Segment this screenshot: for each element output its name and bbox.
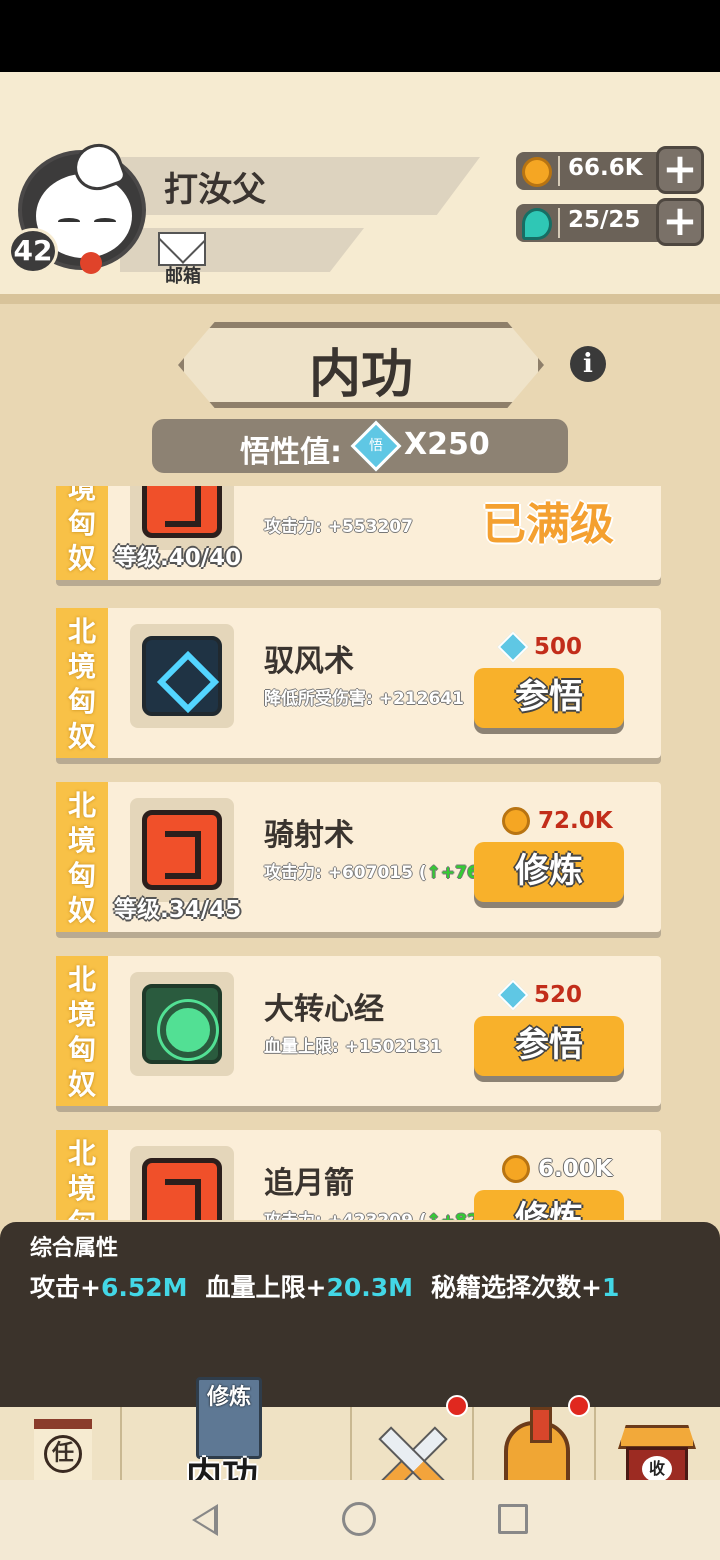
- skill-card: 北境匈奴 等级.34/45 骑射术 攻击力: +607015 (↑+7684) …: [56, 782, 661, 932]
- region-tag: 北境匈奴: [56, 608, 108, 758]
- insight-gem-icon: [497, 979, 529, 1011]
- red-fist-icon: [142, 1158, 222, 1220]
- summary-panel: 综合属性 攻击+6.52M 血量上限+20.3M 秘籍选择次数+1: [0, 1222, 720, 1412]
- energy-value: 25/25: [568, 207, 641, 233]
- region-tag: 北境匈奴: [56, 782, 108, 932]
- insight-value: X250: [404, 427, 490, 462]
- skill-card: 北境匈奴 大转心经 血量上限: +1502131 520 参悟: [56, 956, 661, 1106]
- add-energy-button[interactable]: +: [656, 198, 704, 246]
- skill-cost: 72.0K: [502, 806, 613, 836]
- coin-value: 66.6K: [568, 155, 643, 181]
- mail-button[interactable]: 邮箱: [158, 232, 208, 287]
- max-level-label: 已满级: [482, 499, 614, 550]
- skill-level: 等级.34/45: [114, 897, 242, 923]
- coin-icon: [502, 1155, 530, 1183]
- skill-name: 骑射术: [264, 818, 354, 853]
- skill-level: 等级.40/40: [114, 545, 242, 571]
- energy-counter: 25/25 +: [516, 198, 704, 246]
- region-tag: 北境匈奴: [56, 956, 108, 1106]
- coin-counter: 66.6K +: [516, 146, 704, 194]
- coin-icon: [522, 157, 552, 187]
- insight-gem-icon: [497, 631, 529, 663]
- skill-stat: 降低所受伤害: +212641: [264, 689, 464, 709]
- insight-gem-icon: 悟: [350, 420, 402, 472]
- page-title: 内功: [308, 345, 413, 405]
- skill-card: 北境匈奴 等级.40/40 攻击力: +553207 已满级: [56, 486, 661, 580]
- page-title-frame: 内功: [178, 322, 544, 408]
- insight-label: 悟性值:: [240, 435, 342, 470]
- skill-cost: 520: [497, 979, 582, 1011]
- train-button[interactable]: 修炼: [474, 842, 624, 902]
- skill-card: 北境匈奴 追月箭 攻击力: +423209 (↑+8298) 6.00K 修炼: [56, 1130, 661, 1220]
- blue-wind-icon: [142, 636, 222, 716]
- back-icon[interactable]: [192, 1504, 218, 1536]
- notification-dot: [446, 1395, 468, 1417]
- skill-stat: 血量上限: +1502131: [264, 1037, 442, 1057]
- envelope-icon: [158, 232, 206, 266]
- skill-name: 驭风术: [264, 644, 354, 679]
- notification-dot: [568, 1395, 590, 1417]
- skill-name: 追月箭: [264, 1166, 354, 1201]
- skill-stat: 攻击力: +553207: [264, 517, 413, 537]
- skill-card: 北境匈奴 驭风术 降低所受伤害: +212641 500 参悟: [56, 608, 661, 758]
- system-nav-bar: [0, 1480, 720, 1560]
- player-name: 打汝父: [164, 170, 266, 210]
- recent-apps-icon[interactable]: [498, 1504, 528, 1534]
- region-tag: 北境匈奴: [56, 1130, 108, 1220]
- region-tag: 北境匈奴: [56, 486, 108, 580]
- train-button[interactable]: 修炼: [474, 1190, 624, 1220]
- comprehend-button[interactable]: 参悟: [474, 668, 624, 728]
- comprehend-button[interactable]: 参悟: [474, 1016, 624, 1076]
- status-bar: [0, 0, 720, 72]
- player-level-badge: 42: [8, 228, 58, 274]
- red-fist-icon: [142, 486, 222, 538]
- skill-cost: 6.00K: [502, 1154, 613, 1184]
- summary-title: 综合属性: [30, 1236, 119, 1261]
- skill-list[interactable]: 北境匈奴 等级.40/40 攻击力: +553207 已满级 北境匈奴 驭风术 …: [0, 486, 720, 1220]
- skill-name: 大转心经: [264, 992, 384, 1027]
- skill-cost: 500: [497, 631, 582, 663]
- summary-stats: 攻击+6.52M 血量上限+20.3M 秘籍选择次数+1: [30, 1273, 620, 1302]
- add-coin-button[interactable]: +: [656, 146, 704, 194]
- info-icon[interactable]: i: [570, 346, 606, 382]
- energy-gem-icon: [522, 208, 552, 240]
- home-icon[interactable]: [342, 1502, 376, 1536]
- green-swirl-icon: [142, 984, 222, 1064]
- red-fist-icon: [142, 810, 222, 890]
- insight-bar: 悟性值: 悟 X250: [152, 419, 568, 473]
- coin-icon: [502, 807, 530, 835]
